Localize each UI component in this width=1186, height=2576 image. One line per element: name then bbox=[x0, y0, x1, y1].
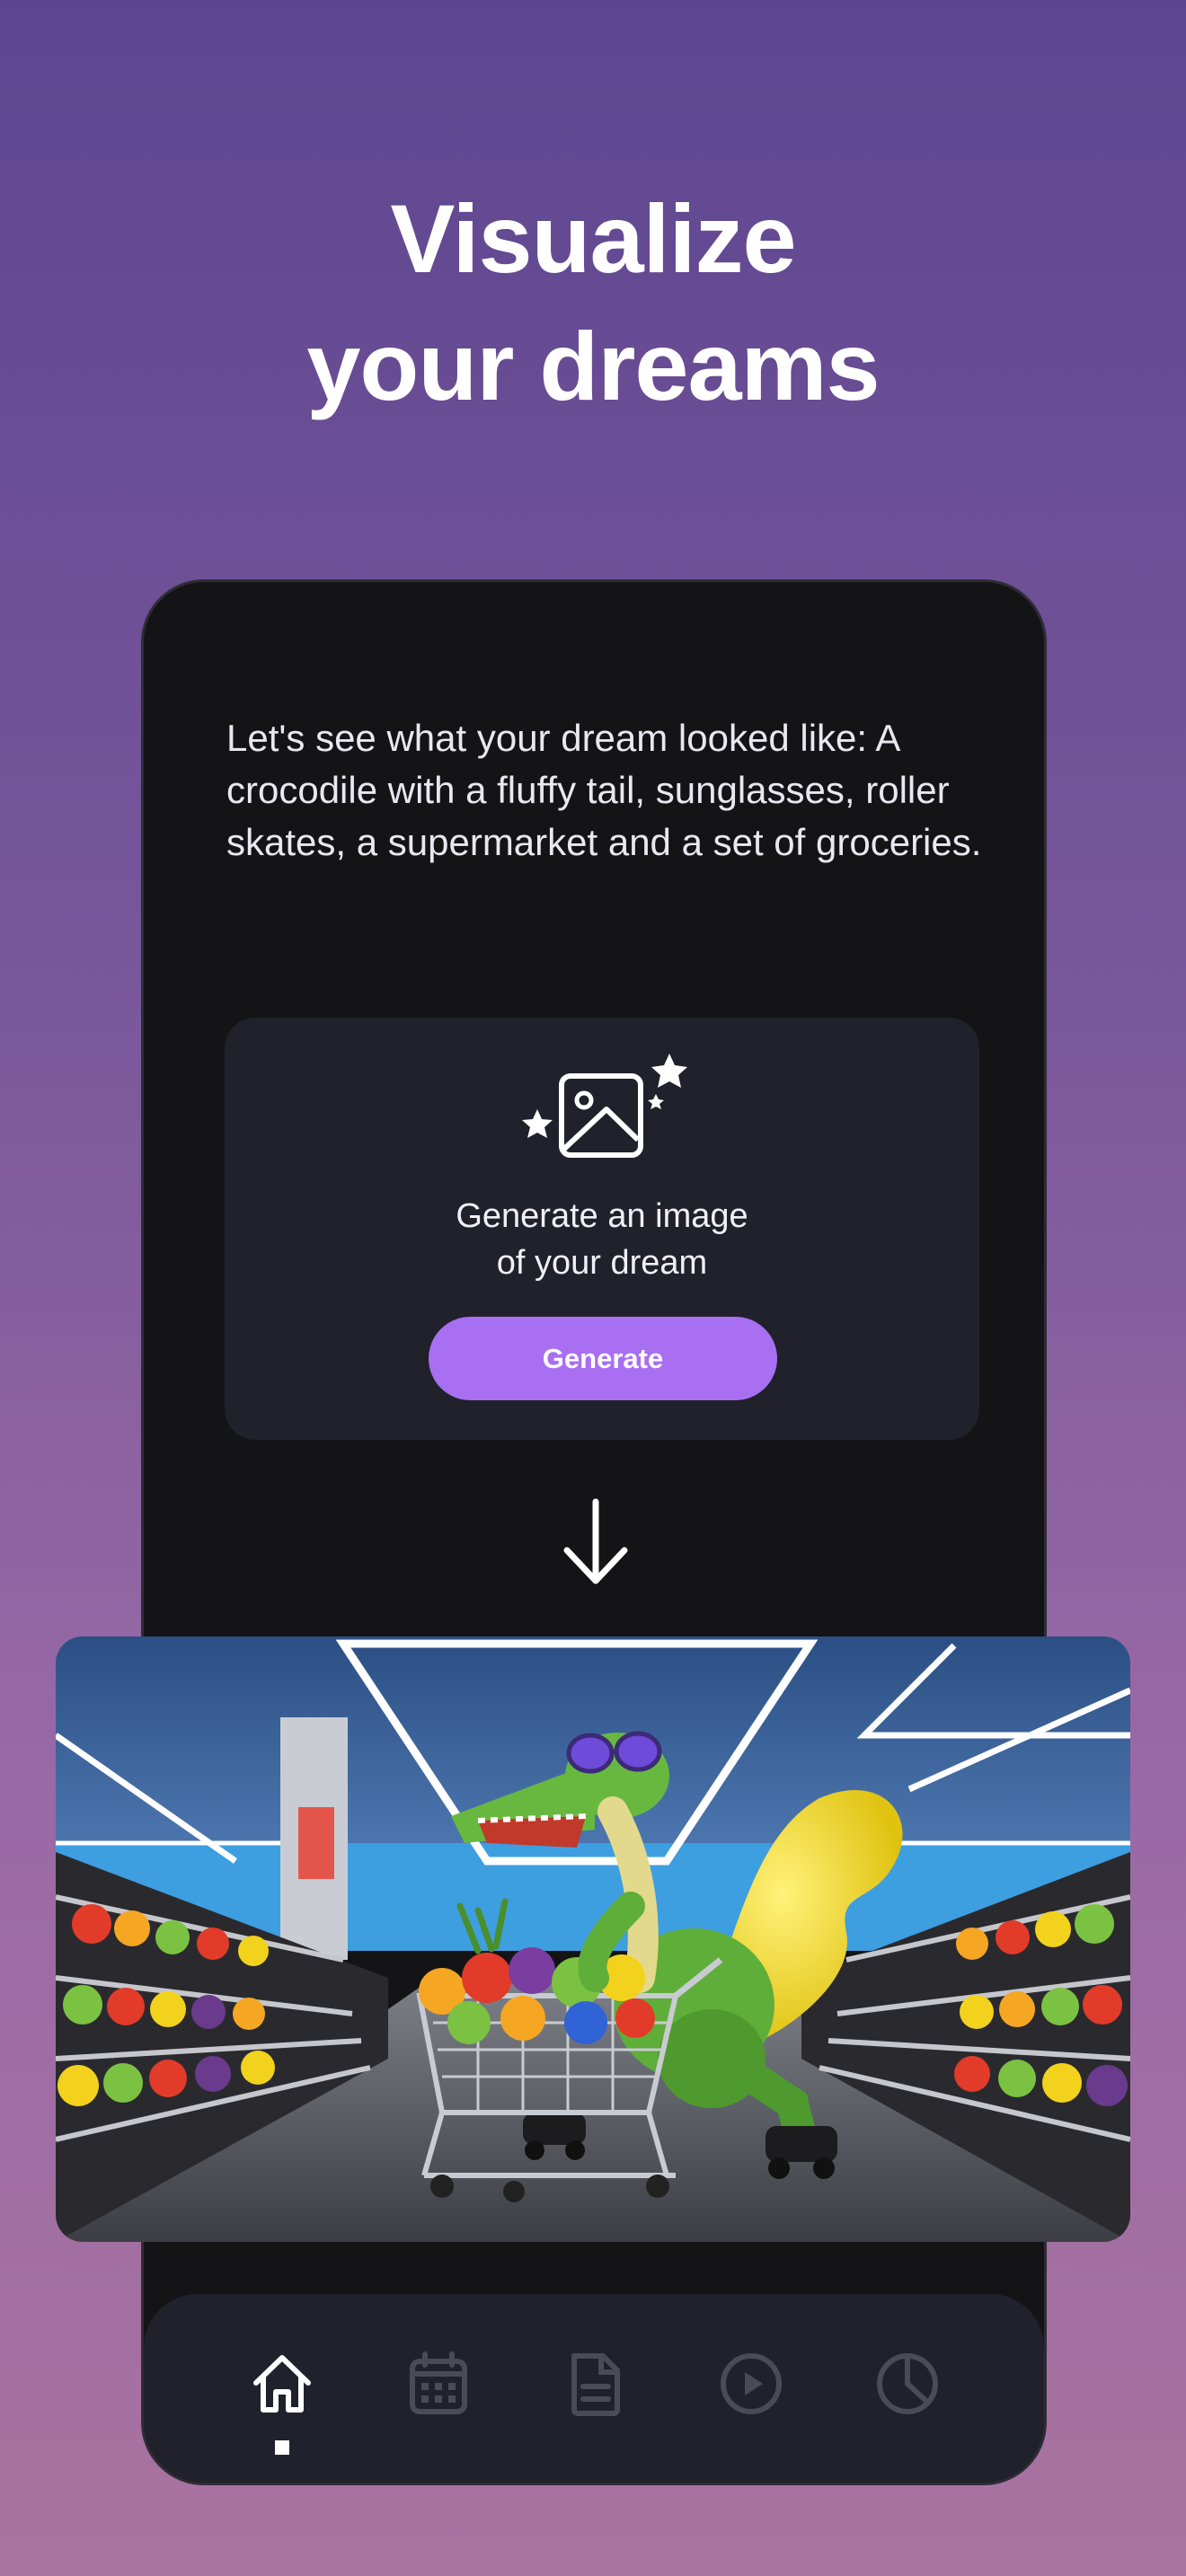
nav-home[interactable] bbox=[246, 2348, 318, 2420]
generate-button[interactable]: Generate bbox=[429, 1317, 777, 1400]
pie-chart-icon bbox=[877, 2353, 938, 2414]
generate-caption-line-1: Generate an image bbox=[456, 1197, 748, 1235]
headline: Visualize your dreams bbox=[0, 175, 1186, 430]
nav-calendar[interactable] bbox=[403, 2348, 474, 2420]
generate-caption: Generate an image of your dream bbox=[225, 1193, 979, 1286]
nav-play[interactable] bbox=[715, 2348, 787, 2420]
headline-line-2: your dreams bbox=[306, 312, 880, 420]
calendar-icon bbox=[410, 2351, 467, 2414]
play-icon bbox=[721, 2353, 782, 2414]
image-sparkle-icon bbox=[522, 1054, 687, 1158]
document-icon bbox=[571, 2353, 620, 2416]
nav-stats[interactable] bbox=[872, 2348, 943, 2420]
generate-image-card: Generate an image of your dream Generate bbox=[225, 1018, 979, 1440]
bottom-nav bbox=[144, 2294, 1044, 2483]
arrow-down-icon bbox=[563, 1498, 628, 1584]
active-indicator bbox=[275, 2440, 289, 2455]
generated-dream-image bbox=[56, 1636, 1130, 2242]
headline-line-1: Visualize bbox=[390, 184, 796, 293]
dream-prompt-text: Let's see what your dream looked like: A… bbox=[226, 717, 982, 863]
generate-caption-line-2: of your dream bbox=[496, 1244, 708, 1282]
home-icon bbox=[253, 2355, 311, 2413]
nav-documents[interactable] bbox=[559, 2348, 631, 2420]
